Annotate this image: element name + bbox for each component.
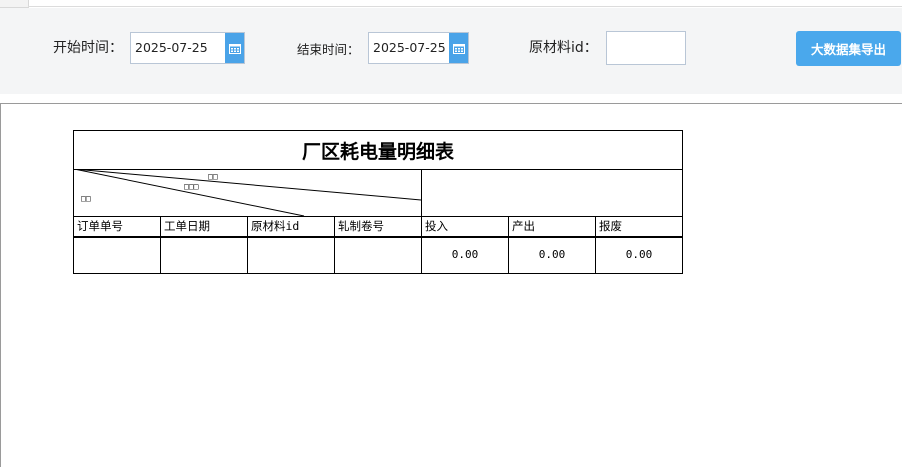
top-tab-strip [0,0,902,8]
material-id-input[interactable] [606,31,686,65]
cell-output: 0.00 [509,237,596,273]
material-id-label: 原材料id： [529,40,598,56]
col-material-id: 原材料id [248,217,335,236]
col-order-no: 订单单号 [74,217,161,236]
big-data-export-button[interactable]: 大数据集导出 [796,31,901,66]
end-date-value[interactable]: 2025-07-25 [373,40,446,56]
cell-material-id [248,237,335,273]
tab-strip-divider [28,6,902,7]
cell-work-date [161,237,248,273]
power-consumption-report: 厂区耗电量明细表 □□ □□□ □□ 订单单号 工单日期 原材料id 轧制卷号 … [73,130,683,274]
diagonal-lines [74,169,421,216]
table-row: 0.00 0.00 0.00 [74,237,682,273]
col-work-date: 工单日期 [161,217,248,236]
tab-stub[interactable] [0,0,29,8]
cell-coil-no [335,237,422,273]
filter-toolbar: 开始时间： 2025-07-25 结束时间： 2025-07-25 原材料id：… [0,8,902,94]
report-title: 厂区耗电量明细表 [74,131,682,170]
diagonal-mark-1: □□ [208,172,218,181]
end-time-label: 结束时间： [297,42,360,57]
cell-input: 0.00 [422,237,509,273]
col-scrap: 报废 [599,219,622,233]
report-header-row: 订单单号 工单日期 原材料id 轧制卷号 投入 产出 报废 [74,216,682,238]
diagonal-mark-3: □□ [81,194,91,203]
start-time-label: 开始时间： [53,40,123,56]
start-date-value[interactable]: 2025-07-25 [135,40,208,56]
cell-scrap: 0.00 [625,248,653,261]
cell-order-no [74,237,161,273]
col-coil-no: 轧制卷号 [335,217,422,236]
calendar-icon[interactable] [225,33,244,63]
diagonal-mark-2: □□□ [184,182,199,191]
calendar-icon[interactable] [449,33,468,63]
col-output: 产出 [509,217,596,236]
col-input: 投入 [422,217,509,236]
diagonal-header-cell: □□ □□□ □□ [74,169,422,216]
start-date-field[interactable]: 2025-07-25 [130,32,245,64]
end-date-field[interactable]: 2025-07-25 [368,32,469,64]
